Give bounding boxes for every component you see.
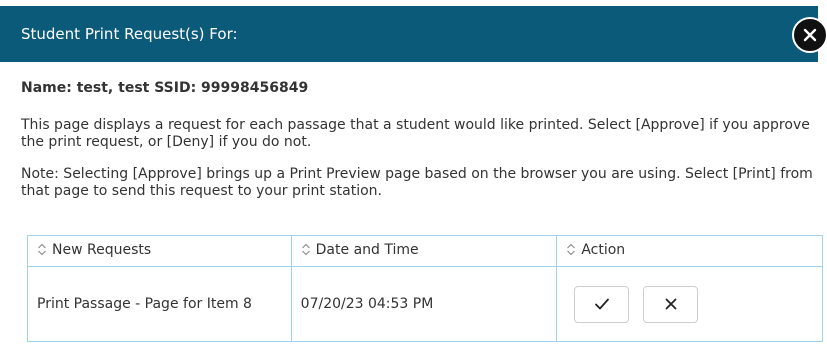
column-header-new-requests[interactable]: New Requests [27,235,292,267]
x-icon [665,298,677,310]
description-text: This page displays a request for each pa… [21,117,810,150]
request-cell: Print Passage - Page for Item 8 [27,266,292,342]
table-row: Print Passage - Page for Item 8 07/20/23… [27,266,823,342]
sort-icon [566,243,576,260]
table-header-row: New Requests Date and Time Action [27,235,823,267]
dialog-header: Student Print Request(s) For: [0,6,818,62]
checkmark-icon [594,298,609,310]
print-request-dialog: Student Print Request(s) For: Name: test… [0,0,827,358]
close-button[interactable] [792,17,827,53]
column-header-label: Action [581,242,626,258]
column-header-label: New Requests [52,242,152,258]
student-info: Name: test, test SSID: 99998456849 [21,80,309,96]
deny-button[interactable] [643,285,699,323]
dialog-title: Student Print Request(s) For: [21,25,238,43]
close-icon [803,28,817,42]
requests-table: New Requests Date and Time Action Print … [27,235,823,342]
column-header-date-and-time[interactable]: Date and Time [290,235,558,267]
datetime-cell: 07/20/23 04:53 PM [290,266,558,342]
column-header-action[interactable]: Action [556,235,823,267]
column-header-label: Date and Time [315,242,419,258]
dialog-body: Name: test, test SSID: 99998456849 This … [21,80,821,200]
approve-button[interactable] [574,285,630,323]
sort-icon [37,243,47,260]
action-cell [556,266,823,342]
sort-icon [301,243,311,260]
note-text: Note: Selecting [Approve] brings up a Pr… [21,166,813,199]
